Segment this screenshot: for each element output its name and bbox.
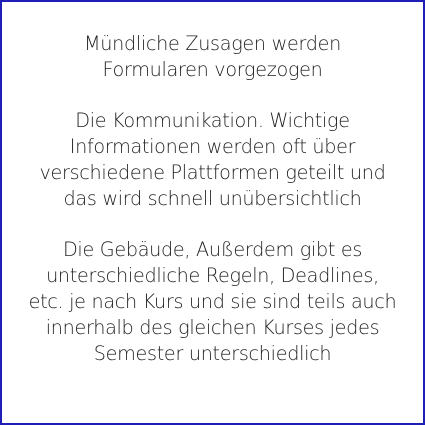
text-line: das wird schnell unübersichtlich <box>63 186 362 210</box>
text-line: Mündliche Zusagen werden <box>84 32 341 55</box>
text-line: etc. je nach Kurs und sie sind teils auc… <box>28 289 397 313</box>
text-line: Die Gebäude, Außerdem gibt es <box>62 238 363 262</box>
text-line: Die Kommunikation. Wichtige <box>75 109 350 133</box>
paragraph-verbal-commitments: Mündliche Zusagen werden Formularen vorg… <box>10 31 415 83</box>
text-line: innerhalb des gleichen Kurses jedes <box>45 315 380 339</box>
paragraph-communication: Die Kommunikation. Wichtige Informatione… <box>10 108 415 211</box>
paragraph-buildings-rules: Die Gebäude, Außerdem gibt es unterschie… <box>10 237 415 366</box>
note-text: Mündliche Zusagen werden Formularen vorg… <box>10 31 415 366</box>
text-line: Formularen vorgezogen <box>102 57 323 81</box>
text-line: Semester unterschiedlich <box>93 341 332 365</box>
text-line: unterschiedliche Regeln, Deadlines, <box>46 264 379 288</box>
text-line: verschiedene Plattformen geteilt und <box>39 160 386 184</box>
text-line: Informationen werden oft über <box>69 135 356 159</box>
note-card: Mündliche Zusagen werden Formularen vorg… <box>0 0 425 425</box>
